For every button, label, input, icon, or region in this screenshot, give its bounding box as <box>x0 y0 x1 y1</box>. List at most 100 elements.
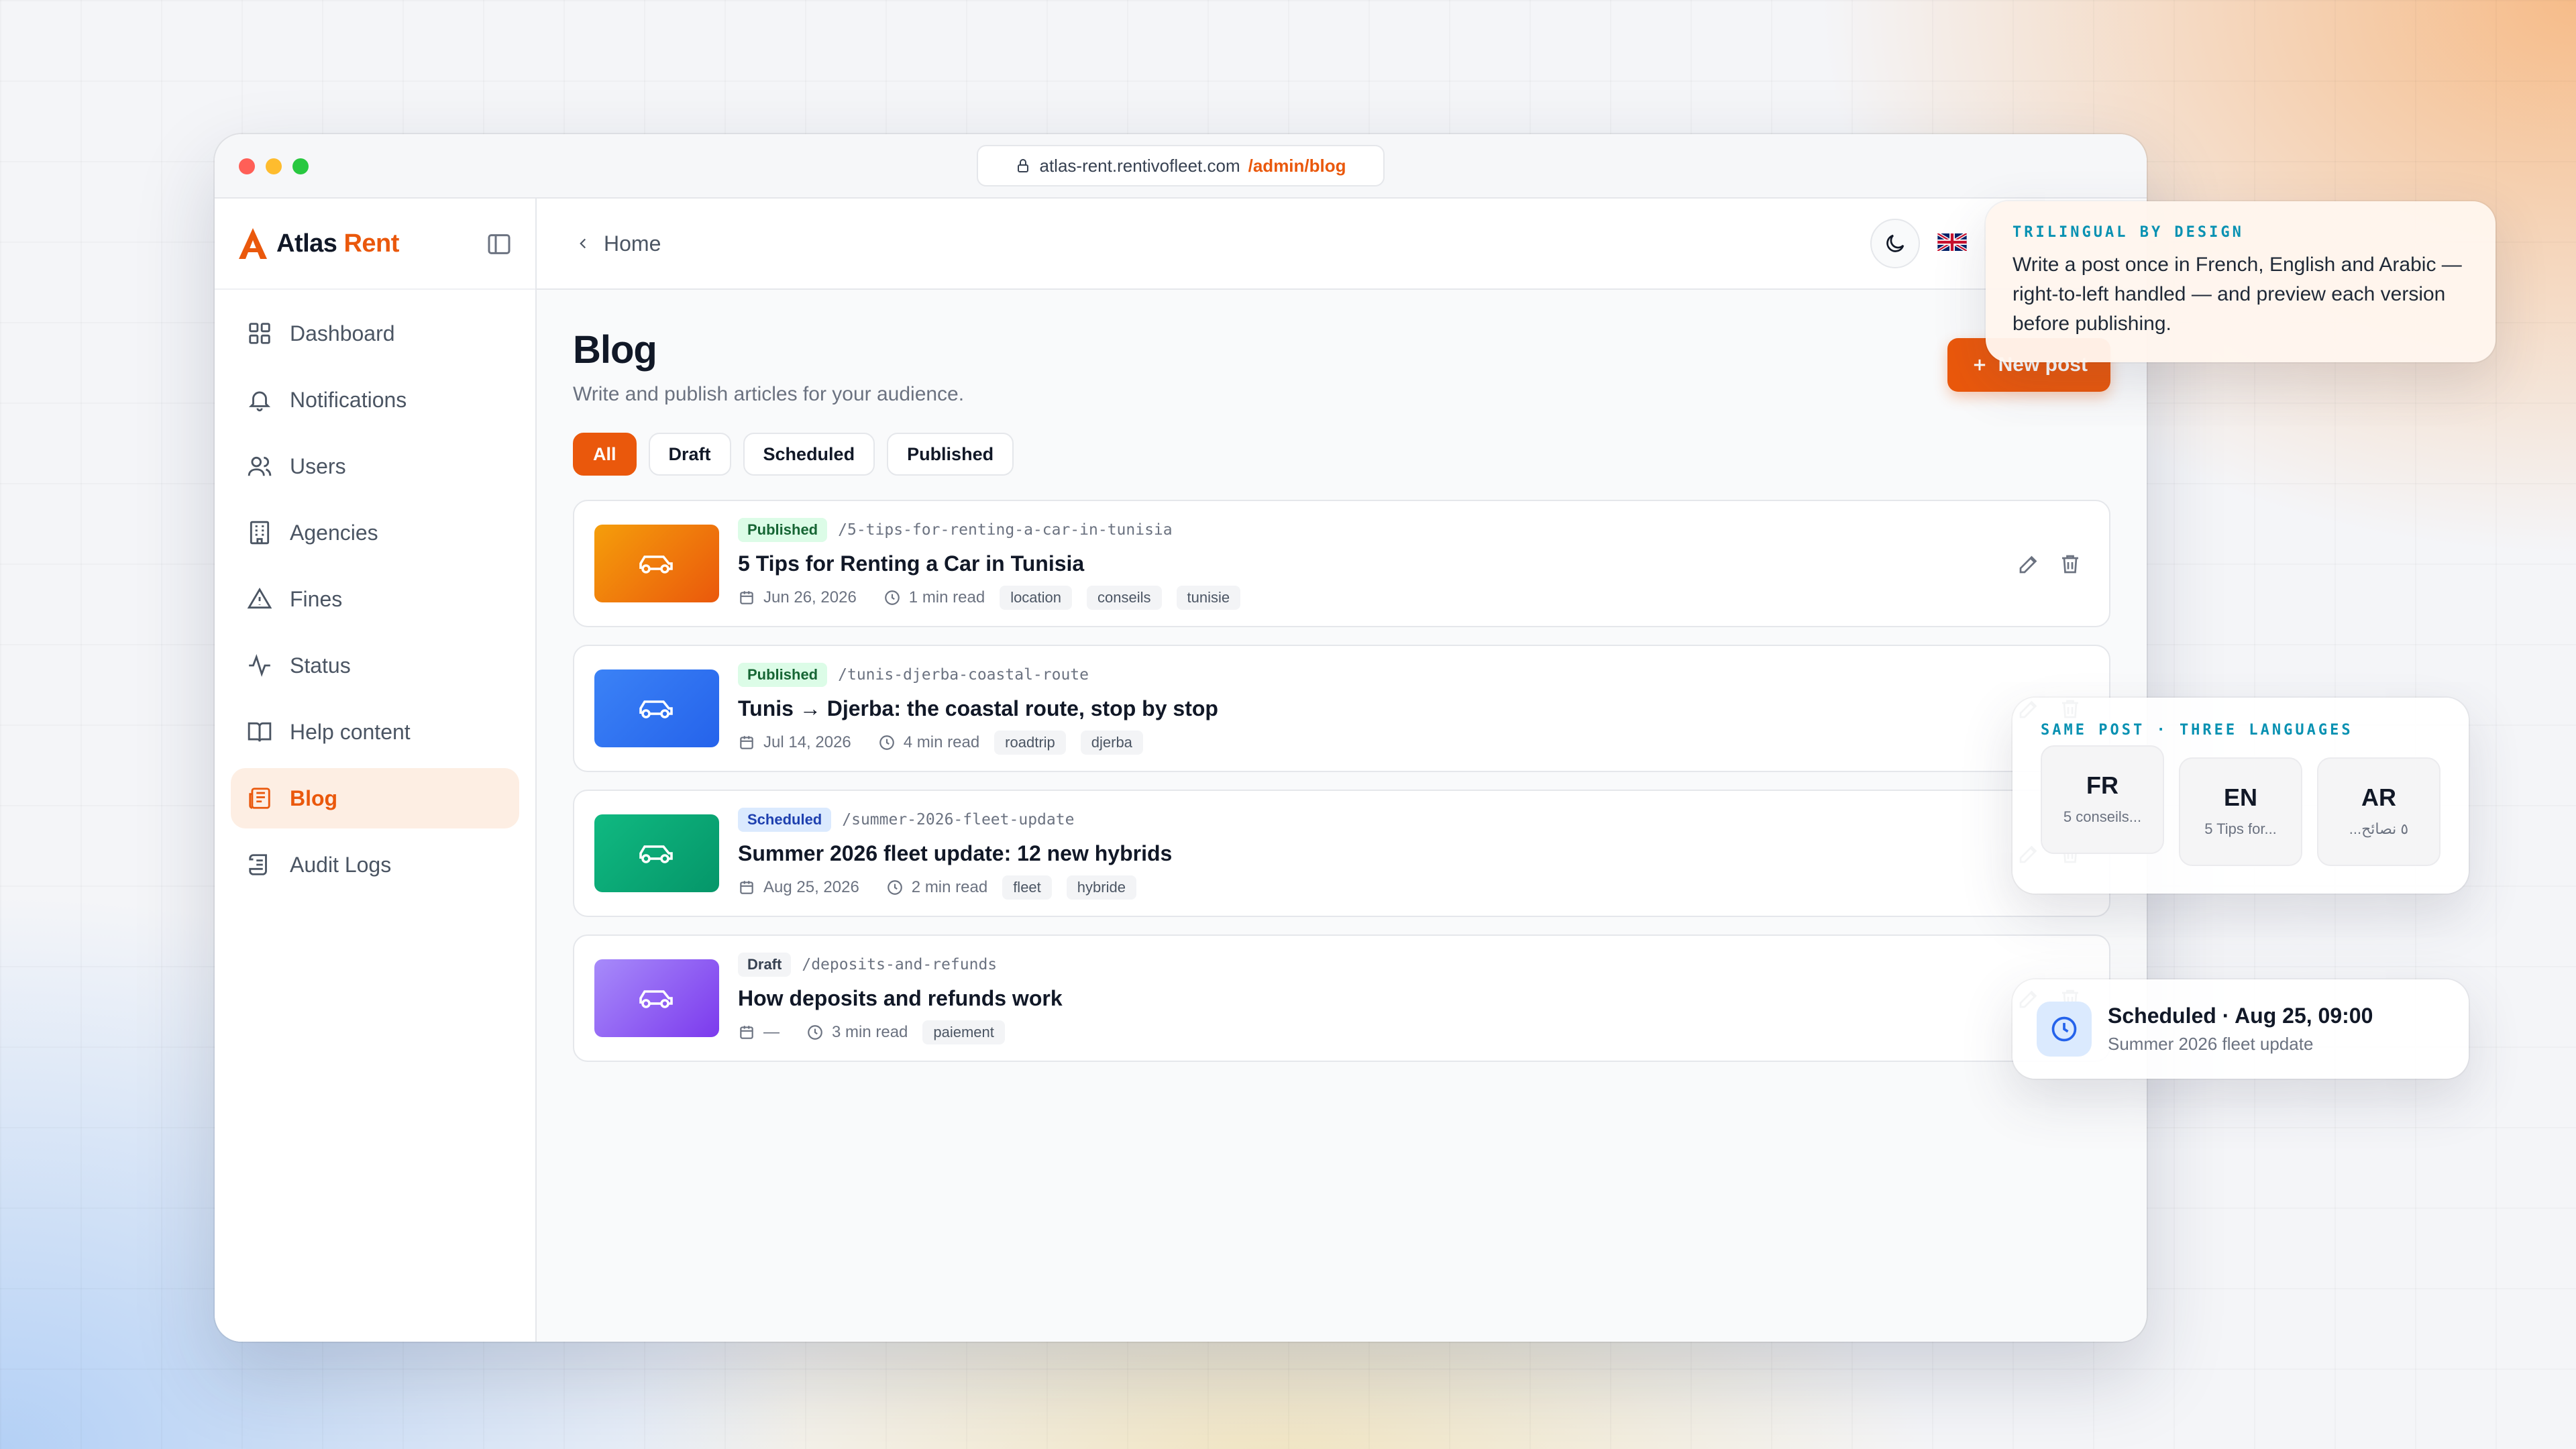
sidebar-item-label: Status <box>290 653 351 678</box>
callout-body: Write a post once in French, English and… <box>2012 254 2462 335</box>
users-icon <box>248 456 272 476</box>
lock-icon <box>1018 159 1029 172</box>
maximize-window-button[interactable] <box>292 158 309 174</box>
page-subtitle: Write and publish articles for your audi… <box>573 383 965 405</box>
read-time: 3 min read <box>832 1022 908 1041</box>
filter-published[interactable]: Published <box>887 433 1014 476</box>
post-tag: djerba <box>1080 730 1143 755</box>
post-thumbnail <box>594 525 719 602</box>
filter-draft[interactable]: Draft <box>648 433 731 476</box>
warning-icon <box>247 587 272 609</box>
post-tag: paiement <box>922 1020 1005 1044</box>
clock-icon <box>879 735 894 750</box>
grid-icon <box>249 323 270 344</box>
sidebar-item-fines[interactable]: Fines <box>231 569 519 629</box>
brand-name: Atlas Rent <box>276 229 399 258</box>
activity-icon <box>249 653 270 678</box>
language-snippet: ٥ نصائح... <box>2349 820 2409 837</box>
blog-content: Blog Write and publish articles for your… <box>537 290 2147 1099</box>
post-date: Aug 25, 2026 <box>763 877 859 896</box>
sidebar-item-label: Notifications <box>290 387 407 412</box>
language-selector[interactable] <box>1937 233 1967 251</box>
callout-eyebrow: SAME POST · THREE LANGUAGES <box>2041 722 2353 739</box>
language-snippet: 5 conseils... <box>2063 808 2142 825</box>
post-title[interactable]: Summer 2026 fleet update: 12 new hybrids <box>738 841 1172 866</box>
atlas-logo-icon <box>239 228 267 259</box>
edit-icon[interactable] <box>2017 552 2041 576</box>
plus-icon <box>1974 359 1985 371</box>
page-title: Blog <box>573 328 657 372</box>
language-code: AR <box>2361 784 2396 811</box>
close-window-button[interactable] <box>239 158 255 174</box>
post-tag: conseils <box>1087 585 1162 610</box>
sidebar-item-dashboard[interactable]: Dashboard <box>231 303 519 364</box>
sidebar-item-agencies[interactable]: Agencies <box>231 502 519 563</box>
calendar-icon <box>740 880 753 894</box>
post-date: Jun 26, 2026 <box>763 588 857 606</box>
read-time: 4 min read <box>903 733 980 751</box>
clock-icon <box>2051 1016 2077 1042</box>
sidebar-item-blog[interactable]: Blog <box>231 768 519 828</box>
address-bar[interactable]: atlas-rent.rentivofleet.com /admin/blog <box>977 145 1385 186</box>
main-area: Home Blog Write and publish articles for… <box>537 199 2147 1342</box>
post-date: Jul 14, 2026 <box>763 733 851 751</box>
browser-window: atlas-rent.rentivofleet.com /admin/blog … <box>215 134 2147 1342</box>
read-time: 2 min read <box>911 877 988 896</box>
clock-icon <box>884 590 900 605</box>
status-badge: Draft <box>738 952 792 977</box>
status-filters: All Draft Scheduled Published <box>573 433 2110 476</box>
post-card[interactable]: Draft /deposits-and-refunds How deposits… <box>573 934 2110 1062</box>
post-list: Published /5-tips-for-renting-a-car-in-t… <box>573 500 2110 1062</box>
sidebar-toggle-icon[interactable] <box>486 231 513 258</box>
trilingual-callout: TRILINGUAL BY DESIGN Write a post once i… <box>1986 201 2496 362</box>
languages-callout: SAME POST · THREE LANGUAGES FR 5 conseil… <box>2012 698 2469 894</box>
sidebar-item-notifications[interactable]: Notifications <box>231 370 519 430</box>
language-code: FR <box>2086 771 2118 799</box>
sidebar-item-status[interactable]: Status <box>231 635 519 696</box>
sidebar-item-audit-logs[interactable]: Audit Logs <box>231 835 519 895</box>
sidebar-item-label: Blog <box>290 786 338 810</box>
post-thumbnail <box>594 814 719 892</box>
post-card[interactable]: Published /tunis-djerba-coastal-route Tu… <box>573 645 2110 772</box>
minimize-window-button[interactable] <box>266 158 282 174</box>
post-thumbnail <box>594 669 719 747</box>
filter-scheduled[interactable]: Scheduled <box>743 433 875 476</box>
filter-all[interactable]: All <box>573 433 637 476</box>
bell-icon <box>248 391 271 412</box>
car-icon <box>639 990 673 1008</box>
trash-icon[interactable] <box>2058 552 2082 576</box>
breadcrumb-home[interactable]: Home <box>604 231 661 256</box>
scheduled-title: Scheduled · Aug 25, 09:00 <box>2108 1004 2373 1028</box>
calendar-icon <box>740 735 753 749</box>
brand-row: Atlas Rent <box>215 199 535 290</box>
theme-toggle-button[interactable] <box>1870 219 1920 268</box>
sidebar-item-help-content[interactable]: Help content <box>231 702 519 762</box>
book-icon <box>248 722 272 742</box>
scheduled-subtitle: Summer 2026 fleet update <box>2108 1034 2314 1054</box>
breadcrumb[interactable]: Home <box>574 231 661 256</box>
post-tag: fleet <box>1002 875 1052 900</box>
language-card-en[interactable]: EN 5 Tips for... <box>2179 757 2302 866</box>
language-card-fr[interactable]: FR 5 conseils... <box>2041 745 2164 854</box>
language-code: EN <box>2223 784 2257 811</box>
sidebar-item-label: Agencies <box>290 520 378 545</box>
callout-eyebrow: TRILINGUAL BY DESIGN <box>2012 224 2244 241</box>
post-tag: tunisie <box>1176 585 1241 610</box>
sidebar-item-label: Users <box>290 453 346 478</box>
sidebar-item-users[interactable]: Users <box>231 436 519 496</box>
language-card-ar[interactable]: AR ٥ نصائح... <box>2317 757 2440 866</box>
post-card[interactable]: Scheduled /summer-2026-fleet-update Summ… <box>573 790 2110 917</box>
uk-flag-icon <box>1937 233 1967 251</box>
browser-titlebar: atlas-rent.rentivofleet.com /admin/blog <box>215 134 2147 199</box>
post-slug: /5-tips-for-renting-a-car-in-tunisia <box>838 521 1173 539</box>
post-title[interactable]: 5 Tips for Renting a Car in Tunisia <box>738 551 1240 576</box>
read-time: 1 min read <box>908 588 985 606</box>
url-host: atlas-rent.rentivofleet.com <box>1039 155 1240 176</box>
post-tag: roadtrip <box>994 730 1066 755</box>
post-title[interactable]: How deposits and refunds work <box>738 986 1063 1011</box>
moon-icon <box>1886 234 1904 252</box>
post-title[interactable]: Tunis → Djerba: the coastal route, stop … <box>738 696 1218 721</box>
sidebar-item-label: Audit Logs <box>290 852 392 877</box>
post-card[interactable]: Published /5-tips-for-renting-a-car-in-t… <box>573 500 2110 627</box>
scroll-icon <box>249 854 267 875</box>
